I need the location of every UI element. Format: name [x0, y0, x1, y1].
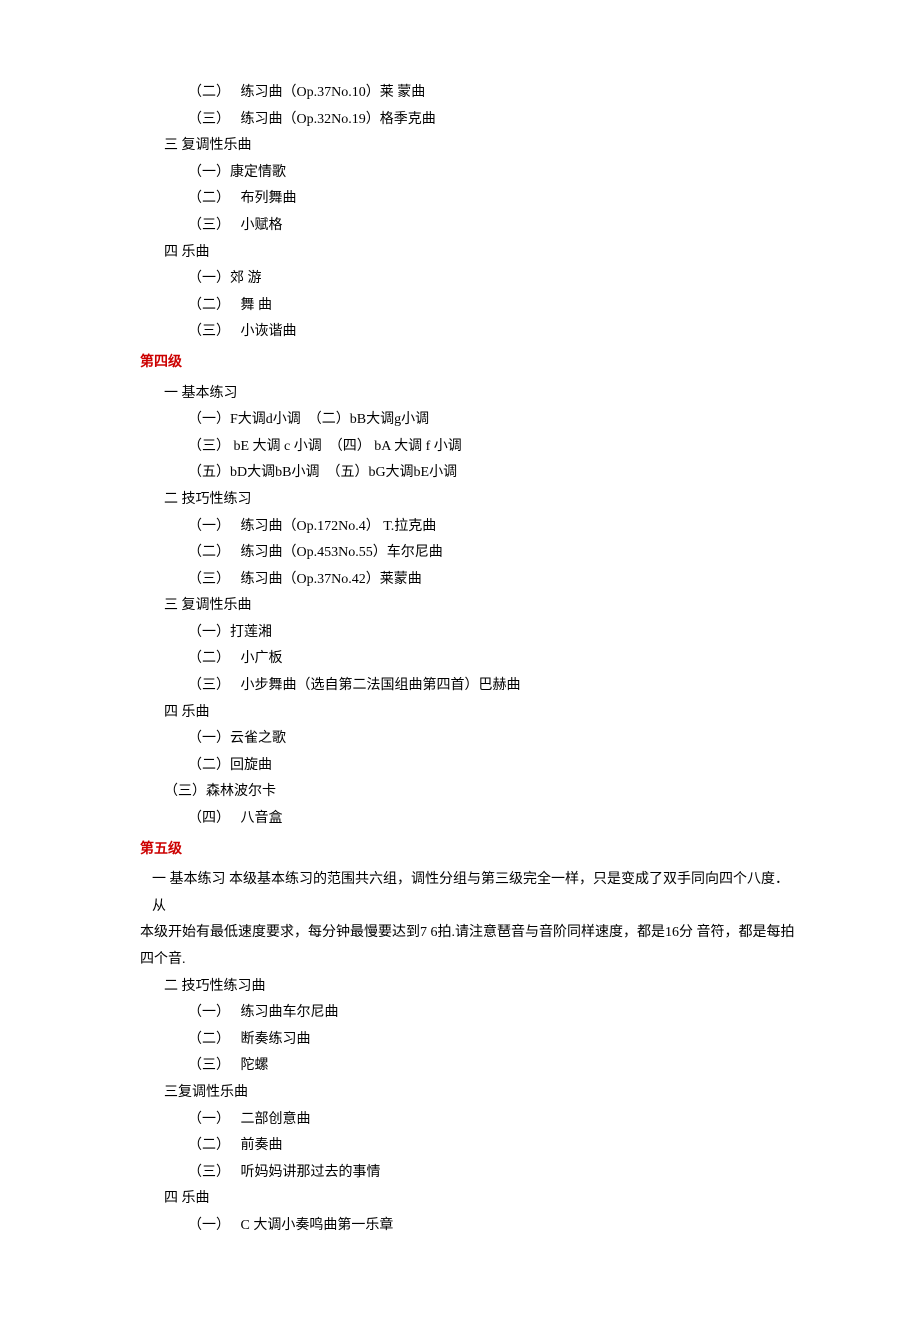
level5-technique-item-3: （三） 陀螺 — [188, 1053, 800, 1080]
level5-heading: 第五级 — [140, 837, 800, 864]
level5-polyphonic-title: 三复调性乐曲 — [164, 1080, 800, 1107]
level5-content: 一 基本练习 本级基本练习的范围共六组，调性分组与第三级完全一样，只是变成了双手… — [140, 867, 800, 1239]
level4-polyphonic-title: 三 复调性乐曲 — [164, 593, 800, 620]
level3-polyphonic-title: 三 复调性乐曲 — [164, 133, 800, 160]
level3-etude-3: （三） 练习曲（Op.32No.19）格季克曲 — [188, 107, 800, 134]
level4-basic-line-3: （五）bD大调bB小调 （五）bG大调bE小调 — [188, 460, 800, 487]
level5-basic-line-1: 一 基本练习 本级基本练习的范围共六组，调性分组与第三级完全一样，只是变成了双手… — [152, 867, 800, 920]
level4-pieces-item-4: （四） 八音盒 — [188, 806, 800, 833]
level3-pieces-item-2: （二） 舞 曲 — [188, 293, 800, 320]
level5-technique-item-2: （二） 断奏练习曲 — [188, 1027, 800, 1054]
level5-polyphonic-item-2: （二） 前奏曲 — [188, 1133, 800, 1160]
level4-heading: 第四级 — [140, 350, 800, 377]
level4-polyphonic-item-2: （二） 小广板 — [188, 646, 800, 673]
level3-polyphonic-item-2: （二） 布列舞曲 — [188, 186, 800, 213]
level3-polyphonic-item-3: （三） 小赋格 — [188, 213, 800, 240]
level5-pieces-item-1: （一） C 大调小奏鸣曲第一乐章 — [188, 1213, 800, 1240]
level4-polyphonic-item-3: （三） 小步舞曲（选自第二法国组曲第四首）巴赫曲 — [188, 673, 800, 700]
level3-pieces-title: 四 乐曲 — [164, 240, 800, 267]
level4-basic-title: 一 基本练习 — [164, 381, 800, 408]
level4-technique-title: 二 技巧性练习 — [164, 487, 800, 514]
level4-pieces-title: 四 乐曲 — [164, 700, 800, 727]
level4-content: 一 基本练习 （一）F大调d小调 （二）bB大调g小调 （三） bE 大调 c … — [140, 381, 800, 833]
level4-pieces-item-3: （三）森林波尔卡 — [164, 779, 800, 806]
level5-polyphonic-item-1: （一） 二部创意曲 — [188, 1107, 800, 1134]
level5-technique-item-1: （一） 练习曲车尔尼曲 — [188, 1000, 800, 1027]
level4-technique-item-2: （二） 练习曲（Op.453No.55）车尔尼曲 — [188, 540, 800, 567]
level4-polyphonic-item-1: （一）打莲湘 — [188, 620, 800, 647]
level5-polyphonic-item-3: （三） 听妈妈讲那过去的事情 — [188, 1160, 800, 1187]
level4-pieces-item-2: （二）回旋曲 — [188, 753, 800, 780]
level3-polyphonic-item-1: （一）康定情歌 — [188, 160, 800, 187]
level5-technique-title: 二 技巧性练习曲 — [164, 974, 800, 1001]
level5-pieces-title: 四 乐曲 — [164, 1186, 800, 1213]
level4-pieces-item-1: （一）云雀之歌 — [188, 726, 800, 753]
level3-pieces-item-1: （一）郊 游 — [188, 266, 800, 293]
level3-continuation: （二） 练习曲（Op.37No.10）莱 蒙曲 （三） 练习曲（Op.32No.… — [140, 80, 800, 346]
level3-etude-2: （二） 练习曲（Op.37No.10）莱 蒙曲 — [188, 80, 800, 107]
level4-technique-item-3: （三） 练习曲（Op.37No.42）莱蒙曲 — [188, 567, 800, 594]
level4-basic-line-2: （三） bE 大调 c 小调 （四） bA 大调 f 小调 — [188, 434, 800, 461]
level3-pieces-item-3: （三） 小诙谐曲 — [188, 319, 800, 346]
level4-technique-item-1: （一） 练习曲（Op.172No.4） T.拉克曲 — [188, 514, 800, 541]
level5-basic-line-2: 本级开始有最低速度要求，每分钟最慢要达到7 6拍.请注意琶音与音阶同样速度，都是… — [140, 920, 800, 973]
level4-basic-line-1: （一）F大调d小调 （二）bB大调g小调 — [188, 407, 800, 434]
